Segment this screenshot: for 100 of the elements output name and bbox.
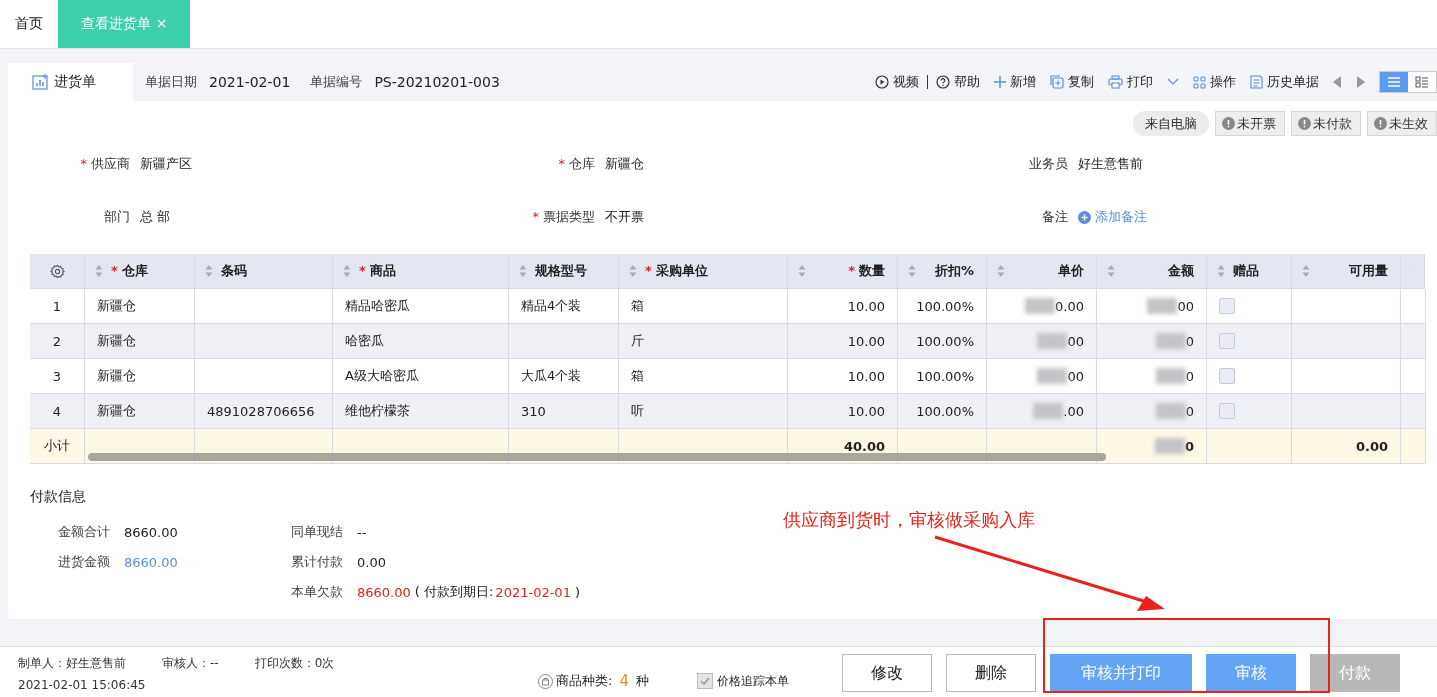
date-label: 单据日期 <box>145 73 197 91</box>
gift-checkbox[interactable] <box>1219 403 1235 419</box>
toolbar-button[interactable]: 操作 <box>1193 73 1236 91</box>
action-button[interactable]: 修改 <box>841 654 932 692</box>
plus-icon <box>994 76 1006 88</box>
action-button[interactable]: 删除 <box>945 654 1036 692</box>
sort-icon[interactable] <box>343 264 351 278</box>
closing-parenthesis: ) <box>574 584 580 600</box>
chart-icon <box>32 74 50 90</box>
document-tab[interactable]: 进货单 <box>8 63 133 101</box>
required-mark: * <box>532 209 539 224</box>
field-value: 新疆产区 <box>140 155 192 173</box>
sort-icon[interactable] <box>908 264 916 278</box>
field-label: 仓库 <box>569 156 595 171</box>
cell-text: 00 <box>1177 298 1194 314</box>
redaction-blur <box>1155 368 1186 384</box>
annotation-text: 供应商到货时，审核做采购入库 <box>783 508 1035 532</box>
meta-text: 审核人：-- <box>162 654 219 672</box>
product-kinds-label: 商品种类: <box>556 672 613 690</box>
redaction-blur <box>1025 298 1056 314</box>
toolbar-button[interactable]: 复制 <box>1050 73 1094 91</box>
product-kinds-unit: 种 <box>635 672 649 690</box>
meta-text: 打印次数：0次 <box>254 654 335 672</box>
field-value: 新疆仓 <box>605 155 644 173</box>
sort-icon[interactable] <box>95 264 103 278</box>
caret-down-icon[interactable] <box>1167 78 1179 86</box>
field-label: 业务员 <box>1029 156 1068 171</box>
column-header: 赠品 <box>1233 263 1259 278</box>
toolbar-button[interactable]: 新增 <box>994 73 1036 91</box>
toolbar-button[interactable]: 帮助 <box>936 73 980 91</box>
due-label: ( 付款到期日: <box>414 583 494 601</box>
source-tag: 来自电脑 <box>1133 111 1209 136</box>
view-toggle[interactable] <box>1380 72 1408 92</box>
field-label: 部门 <box>104 209 130 224</box>
exclamation-icon <box>1374 117 1387 130</box>
detail-list-icon <box>1415 76 1429 88</box>
play-icon <box>875 75 889 89</box>
number-value: PS-20210201-003 <box>374 74 500 90</box>
column-header: 商品 <box>369 263 396 278</box>
column-header: 规格型号 <box>535 263 587 278</box>
column-header: 金额 <box>1168 263 1194 278</box>
cell-text: 00 <box>1067 368 1084 384</box>
payment-label: 金额合计 <box>57 523 110 541</box>
settings-icon[interactable] <box>49 263 65 279</box>
field-label: 票据类型 <box>543 209 595 224</box>
gift-checkbox[interactable] <box>1219 298 1235 314</box>
status-badge: 未生效 <box>1367 111 1437 136</box>
subtotal-cell <box>1401 429 1426 464</box>
copy-icon <box>1050 75 1064 89</box>
sort-icon[interactable] <box>519 264 527 278</box>
gift-checkbox[interactable] <box>1219 333 1235 349</box>
redaction-blur <box>1147 298 1178 314</box>
payment-value: 8660.00 <box>124 554 178 570</box>
sort-icon[interactable] <box>629 264 637 278</box>
toolbar-button[interactable]: 视频 <box>875 73 919 91</box>
required-mark: * <box>111 263 118 278</box>
sort-icon[interactable] <box>1302 264 1310 278</box>
payment-label: 累计付款 <box>290 553 343 571</box>
column-header: 采购单位 <box>655 263 708 278</box>
redaction-blur <box>1033 403 1064 419</box>
page-tab[interactable]: 首页 <box>0 0 58 48</box>
horizontal-scrollbar[interactable] <box>88 453 1106 461</box>
field-label: 备注 <box>1042 209 1068 224</box>
meta-text: 制单人：好生意售前 <box>18 654 126 672</box>
payment-label: 同单现结 <box>290 523 343 541</box>
payment-value: 0.00 <box>357 554 386 570</box>
sort-icon[interactable] <box>1107 264 1115 278</box>
payment-value: 8660.00 <box>124 524 178 540</box>
cell-text: 0 <box>1185 368 1194 384</box>
cell-text: 0 <box>1185 403 1194 419</box>
next-icon[interactable] <box>1356 76 1365 88</box>
required-mark: * <box>80 156 87 171</box>
payment-value: 8660.00 <box>357 584 411 600</box>
field-label: 供应商 <box>91 156 130 171</box>
section-title: 付款信息 <box>30 488 87 506</box>
sort-icon[interactable] <box>997 264 1005 278</box>
cell-text: 00 <box>1067 333 1084 349</box>
sort-icon[interactable] <box>798 264 806 278</box>
cell-text: 0 <box>1185 333 1194 349</box>
redaction-blur <box>1154 438 1185 454</box>
toolbar-button[interactable]: 打印 <box>1108 73 1179 91</box>
column-header: 可用量 <box>1349 263 1388 278</box>
view-toggle[interactable] <box>1408 72 1436 92</box>
add-note-link[interactable]: 添加备注 <box>1078 208 1147 226</box>
payment-value: -- <box>357 524 367 540</box>
previous-icon[interactable] <box>1333 76 1342 88</box>
redaction-blur <box>1037 333 1068 349</box>
subtotal-label: 小计 <box>30 429 85 464</box>
document-icon <box>1250 75 1263 89</box>
toolbar-button[interactable]: 历史单据 <box>1250 73 1319 91</box>
gift-checkbox[interactable] <box>1219 368 1235 384</box>
sort-icon[interactable] <box>205 264 213 278</box>
column-header: 单价 <box>1058 263 1084 278</box>
price-track-checkbox[interactable] <box>696 673 713 689</box>
due-date: 2021-02-01 <box>495 584 571 600</box>
bag-icon <box>538 673 553 689</box>
created-time: 2021-02-01 15:06:45 <box>18 677 147 692</box>
plus-circle-icon <box>1078 210 1091 224</box>
sort-icon[interactable] <box>1217 264 1225 278</box>
field-value: 好生意售前 <box>1078 155 1143 173</box>
